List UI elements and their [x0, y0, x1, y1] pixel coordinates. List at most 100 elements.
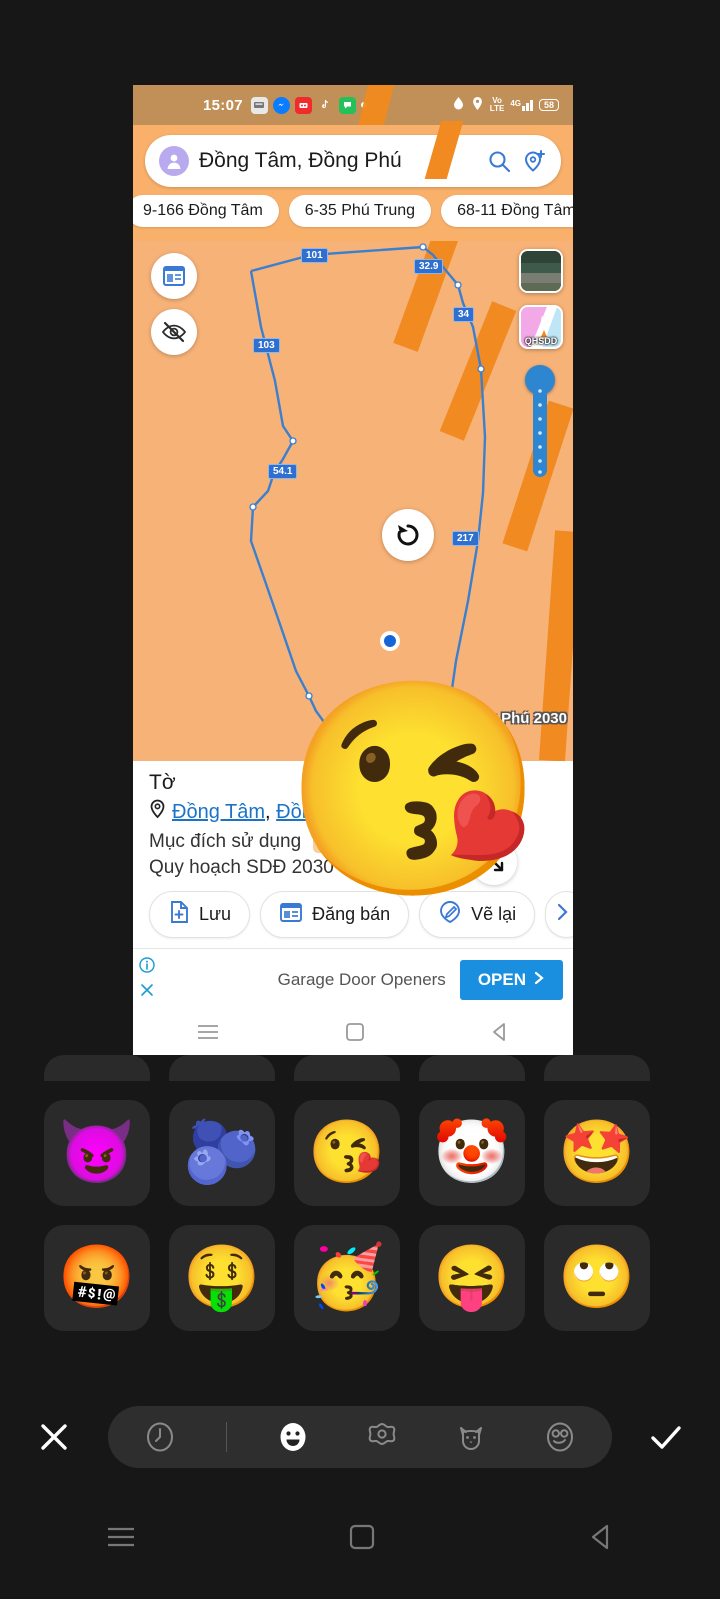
- home-square-icon[interactable]: [344, 1021, 366, 1048]
- planning-layer-thumbnail[interactable]: QHSDD: [519, 305, 563, 349]
- add-place-pin-icon[interactable]: [522, 148, 547, 174]
- recent-clock-icon[interactable]: [137, 1414, 183, 1460]
- status-time: 15:07: [203, 96, 243, 114]
- status-system-icons: Vo LTE 4G 58: [452, 96, 559, 115]
- suggestion-chip[interactable]: 6-35 Phú Trung: [288, 195, 432, 227]
- menu-icon[interactable]: [104, 1524, 138, 1555]
- parcel-prefix-label: Tờ: [149, 771, 176, 794]
- back-triangle-icon[interactable]: [586, 1522, 616, 1557]
- messages-icon: [250, 96, 268, 114]
- purpose-code-badge: CLN: [313, 831, 364, 853]
- confirm-check-icon[interactable]: [612, 1415, 720, 1459]
- emoji-picker-toolbar[interactable]: [0, 1392, 720, 1482]
- red-app-icon: [294, 96, 312, 114]
- squinting-tongue-emoji[interactable]: 😝: [419, 1225, 525, 1331]
- zoom-slider[interactable]: [533, 381, 547, 477]
- parcel-location-line: Đồng Tâm, Đồng Phú: [149, 799, 557, 825]
- ad-controls[interactable]: [139, 957, 155, 1003]
- more-actions-button[interactable]: [545, 891, 573, 938]
- 4g-signal-icon: 4G: [510, 98, 533, 111]
- parcel-area-line: Tờ Diện tích 27283m²: [149, 771, 557, 795]
- messenger-icon: [272, 96, 290, 114]
- suggestion-chip[interactable]: 9-166 Đồng Tâm: [133, 195, 279, 227]
- clown-face-emoji[interactable]: 🤡: [419, 1100, 525, 1206]
- ward-link[interactable]: Đồng Tâm: [172, 801, 265, 823]
- reset-rotation-icon[interactable]: [382, 509, 434, 561]
- redraw-pencil-icon: [438, 900, 462, 929]
- menu-icon[interactable]: [195, 1022, 221, 1047]
- district-link[interactable]: Đồng Phú: [276, 801, 365, 823]
- emoji-cell[interactable]: [419, 1055, 525, 1081]
- post-listing-button[interactable]: Đăng bán: [260, 891, 410, 938]
- chevron-right-icon: [533, 970, 545, 990]
- emoji-grid[interactable]: 😈 🫐 😘 🤡 🤩 🤬 🤑 🥳 😝 🙄: [44, 1055, 684, 1350]
- redraw-button-label: Vẽ lại: [471, 904, 517, 924]
- volte-bottom-label: LTE: [489, 104, 505, 113]
- tiktok-icon: [317, 97, 334, 114]
- ad-info-icon[interactable]: [139, 957, 155, 978]
- location-pin-icon: [471, 96, 484, 115]
- eye-off-icon[interactable]: [151, 309, 197, 355]
- emoji-row[interactable]: 😈 🫐 😘 🤡 🤩: [44, 1100, 684, 1206]
- user-avatar[interactable]: [159, 146, 189, 176]
- map-canvas[interactable]: 101 32.9 34 103 54.1 217 64.6 QHSDD Đồng…: [133, 241, 573, 761]
- suggestion-chip-row[interactable]: 9-166 Đồng Tâm 6-35 Phú Trung 68-11 Đồng…: [133, 187, 573, 235]
- post-listing-icon: [279, 901, 303, 928]
- my-location-dot[interactable]: [380, 631, 400, 651]
- edge-length-label: 64.6: [373, 733, 403, 748]
- emoji-row[interactable]: 🤬 🤑 🥳 😝 🙄: [44, 1225, 684, 1331]
- edge-length-label: 32.9: [414, 259, 444, 274]
- search-icon[interactable]: [487, 149, 512, 174]
- sticker-flower-tab-icon[interactable]: [359, 1414, 405, 1460]
- edge-length-label: 217: [452, 531, 479, 546]
- emoji-cell[interactable]: [44, 1055, 150, 1081]
- ad-open-button[interactable]: OPEN: [459, 959, 563, 1000]
- redraw-button[interactable]: Vẽ lại: [419, 891, 536, 938]
- app-navigation-bar[interactable]: [133, 1010, 573, 1055]
- planning-layer-label: QHSDD: [524, 336, 558, 346]
- location-pin-icon: [149, 799, 166, 825]
- home-square-icon[interactable]: [347, 1522, 377, 1557]
- water-drop-icon: [452, 96, 465, 115]
- smiling-imp-emoji[interactable]: 😈: [44, 1100, 150, 1206]
- money-mouth-emoji[interactable]: 🤑: [169, 1225, 275, 1331]
- network-type-label: 4G: [510, 98, 521, 108]
- app-screenshot-region: 15:07 Vo LTE 4G 58 Đồng Tâm, Đồng Phú 9-…: [133, 85, 573, 1055]
- smiley-tab-icon[interactable]: [270, 1414, 316, 1460]
- status-bar-decoration: [358, 85, 394, 125]
- emoji-cell[interactable]: [169, 1055, 275, 1081]
- cat-tab-icon[interactable]: [448, 1414, 494, 1460]
- edge-length-label: 103: [253, 338, 280, 353]
- parcel-action-row[interactable]: Lưu Đăng bán Vẽ lại: [149, 891, 573, 938]
- map-region-label: Đồng Phú 2030: [458, 710, 567, 727]
- save-button[interactable]: Lưu: [149, 891, 251, 938]
- system-navigation-bar[interactable]: [0, 1480, 720, 1599]
- emoji-cell[interactable]: [294, 1055, 400, 1081]
- emoji-combo-tab-icon[interactable]: [537, 1414, 583, 1460]
- emoji-tab-bar[interactable]: [108, 1406, 612, 1468]
- blue-face-emoji[interactable]: 🫐: [169, 1100, 275, 1206]
- post-listing-button-label: Đăng bán: [312, 904, 391, 924]
- ad-close-icon[interactable]: [139, 982, 155, 1003]
- back-triangle-icon[interactable]: [489, 1021, 511, 1048]
- kissing-heart-emoji[interactable]: 😘: [294, 1100, 400, 1206]
- ad-open-label: OPEN: [477, 969, 526, 989]
- volte-icon: Vo LTE: [490, 97, 505, 113]
- close-x-icon[interactable]: [0, 1417, 108, 1457]
- emoji-cell[interactable]: [544, 1055, 650, 1081]
- emoji-row-partial[interactable]: [44, 1055, 684, 1081]
- cursing-face-emoji[interactable]: 🤬: [44, 1225, 150, 1331]
- green-app-icon: [338, 96, 356, 114]
- expand-diagonal-icon[interactable]: [471, 839, 517, 885]
- area-label: Diện tích: [301, 771, 385, 794]
- layers-panel-icon[interactable]: [151, 253, 197, 299]
- edge-length-label: 54.1: [268, 464, 298, 479]
- search-bar[interactable]: Đồng Tâm, Đồng Phú: [145, 135, 561, 187]
- tab-divider: [226, 1422, 228, 1452]
- suggestion-chip[interactable]: 68-11 Đồng Tâm: [441, 195, 573, 227]
- star-struck-food-emoji[interactable]: 🤩: [544, 1100, 650, 1206]
- rolling-eyes-emoji[interactable]: 🙄: [544, 1225, 650, 1331]
- ad-banner[interactable]: Garage Door Openers OPEN: [133, 948, 573, 1010]
- partying-face-emoji[interactable]: 🥳: [294, 1225, 400, 1331]
- satellite-layer-thumbnail[interactable]: [519, 249, 563, 293]
